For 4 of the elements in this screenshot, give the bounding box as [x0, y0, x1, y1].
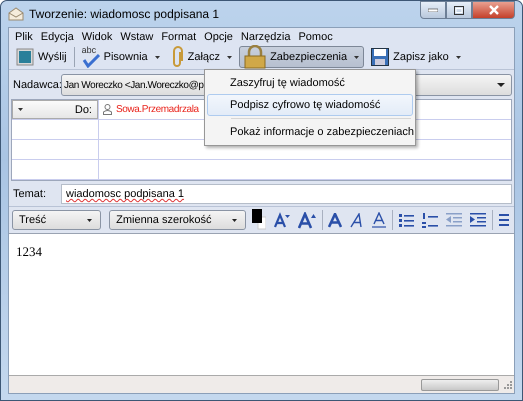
icon-label: abc — [82, 46, 96, 54]
body-text: 1234 — [16, 244, 42, 259]
subject-label: Temat: — [12, 188, 48, 200]
window-title: Tworzenie: wiadomosc podpisana 1 — [29, 7, 220, 21]
